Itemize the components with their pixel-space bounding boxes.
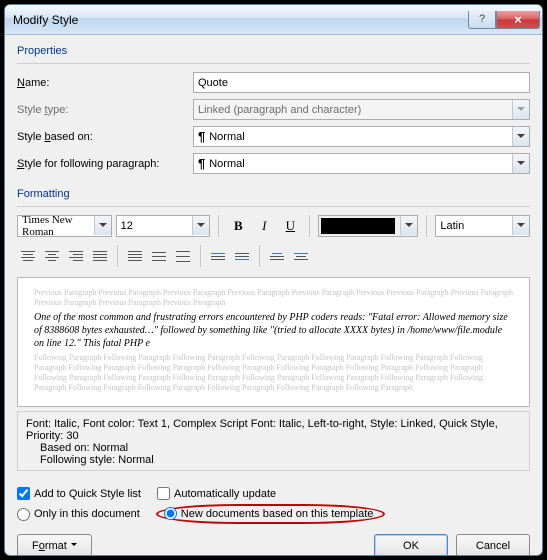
cancel-button[interactable]: Cancel [456,534,530,556]
script-combo[interactable]: Latin [435,215,530,237]
chevron-down-icon[interactable] [512,127,529,146]
font-size-combo[interactable]: 12 [116,215,211,237]
new-docs-template-radio[interactable]: New documents based on this template [164,507,374,520]
add-quick-style-checkbox[interactable]: Add to Quick Style list [17,487,141,500]
following-para-combo[interactable]: ¶ Normal [193,153,530,174]
chevron-down-icon[interactable] [94,216,111,235]
help-button[interactable]: ? [468,11,496,29]
titlebar: Modify Style ? × [5,5,542,35]
chevron-down-icon [512,100,529,119]
color-swatch [321,218,395,234]
align-center-button[interactable] [41,245,63,267]
preview-ghost-prev: Previous Paragraph Previous Paragraph Pr… [34,288,513,308]
style-type-combo: Linked (paragraph and character) [193,99,530,120]
preview-sample-text: One of the most common and frustrating e… [34,311,513,350]
based-on-combo[interactable]: ¶ Normal [193,126,530,147]
format-button[interactable]: Format [17,534,92,556]
close-button[interactable]: × [496,11,540,29]
formatting-group: Formatting Times New Roman 12 B I U [17,188,530,479]
auto-update-checkbox[interactable]: Automatically update [157,487,276,500]
underline-button[interactable]: U [279,215,301,237]
line-spacing-2-button[interactable] [172,245,194,267]
formatting-label: Formatting [17,188,530,200]
name-label: Name: [17,77,187,89]
align-right-button[interactable] [65,245,87,267]
font-color-combo[interactable] [318,215,418,237]
indent-decrease-button[interactable] [266,245,288,267]
bold-button[interactable]: B [227,215,249,237]
style-description: Font: Italic, Font color: Text 1, Comple… [17,411,530,471]
style-type-label: Style type: [17,104,187,116]
modify-style-dialog: Modify Style ? × Properties Name: Style … [4,4,543,556]
line-spacing-1-button[interactable] [124,245,146,267]
chevron-down-icon[interactable] [192,216,209,235]
following-para-label: Style for following paragraph: [17,158,187,170]
only-this-doc-radio[interactable]: Only in this document [17,508,140,521]
highlight-annotation: New documents based on this template [156,504,386,524]
pilcrow-icon: ¶ [198,129,205,144]
chevron-down-icon[interactable] [512,216,529,235]
font-name-combo[interactable]: Times New Roman [17,215,112,237]
window-title: Modify Style [13,13,468,27]
properties-label: Properties [17,45,530,57]
indent-increase-button[interactable] [290,245,312,267]
chevron-down-icon[interactable] [400,216,417,235]
italic-button[interactable]: I [253,215,275,237]
name-input[interactable] [193,72,530,93]
space-before-dec-button[interactable] [231,245,253,267]
chevron-down-icon[interactable] [512,154,529,173]
align-left-button[interactable] [17,245,39,267]
preview-ghost-follow: Following Paragraph Following Paragraph … [34,353,513,393]
line-spacing-15-button[interactable] [148,245,170,267]
properties-group: Properties Name: Style type: Linked (par… [17,45,530,180]
align-justify-button[interactable] [89,245,111,267]
space-before-inc-button[interactable] [207,245,229,267]
based-on-label: Style based on: [17,131,187,143]
preview-pane: Previous Paragraph Previous Paragraph Pr… [17,277,530,407]
pilcrow-icon: ¶ [198,156,205,171]
ok-button[interactable]: OK [374,534,448,556]
